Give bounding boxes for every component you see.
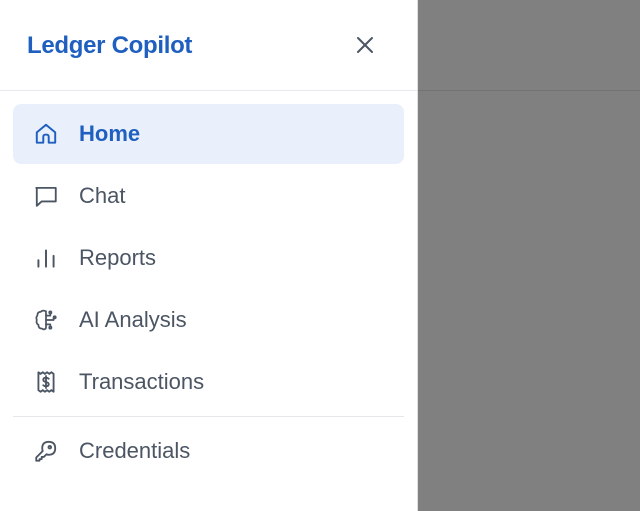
nav-item-reports[interactable]: Reports <box>13 228 404 288</box>
close-drawer-button[interactable] <box>349 29 381 61</box>
home-icon <box>33 121 59 147</box>
secondary-nav: Credentials <box>13 421 404 483</box>
bar-chart-icon <box>33 245 59 271</box>
app-root: Ledger Copilot Home Chat Reports AI Anal… <box>0 0 640 511</box>
navigation-drawer: Ledger Copilot Home Chat Reports AI Anal… <box>0 0 418 511</box>
close-icon <box>355 35 375 55</box>
nav-item-ai-analysis[interactable]: AI Analysis <box>13 290 404 350</box>
nav-item-transactions[interactable]: Transactions <box>13 352 404 412</box>
primary-nav: Home Chat Reports AI Analysis Transactio… <box>13 104 404 414</box>
nav-label-credentials: Credentials <box>79 438 191 463</box>
nav-label-transactions: Transactions <box>79 369 205 394</box>
brain-icon <box>33 307 59 333</box>
nav-label-home: Home <box>79 121 141 146</box>
nav-divider <box>13 416 404 417</box>
backdrop-overlay[interactable] <box>418 0 640 511</box>
nav-label-chat: Chat <box>79 183 126 208</box>
nav-item-home[interactable]: Home <box>13 104 404 164</box>
drawer-header: Ledger Copilot <box>0 0 417 91</box>
nav-item-chat[interactable]: Chat <box>13 166 404 226</box>
brand-title[interactable]: Ledger Copilot <box>27 31 192 61</box>
nav-item-credentials[interactable]: Credentials <box>13 421 404 481</box>
header-divider-behind-overlay <box>418 90 640 91</box>
nav-label-ai-analysis: AI Analysis <box>79 307 187 332</box>
receipt-icon <box>33 369 59 395</box>
key-icon <box>33 438 59 464</box>
nav-label-reports: Reports <box>79 245 157 270</box>
chat-bubble-icon <box>33 183 59 209</box>
